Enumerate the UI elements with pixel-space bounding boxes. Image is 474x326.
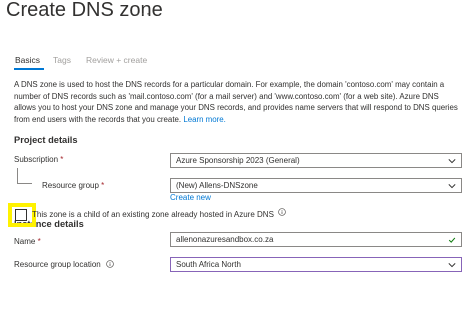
subscription-select[interactable]: Azure Sponsorship 2023 (General) — [170, 153, 462, 168]
resource-group-label: Resource group * — [42, 181, 104, 190]
chevron-down-icon — [448, 184, 456, 189]
subscription-label-text: Subscription — [14, 155, 59, 164]
tab-basics[interactable]: Basics — [15, 55, 40, 65]
chevron-down-icon — [448, 159, 456, 164]
location-label-text: Resource group location — [14, 260, 101, 269]
description-text: A DNS zone is used to host the DNS recor… — [14, 80, 458, 124]
create-new-link[interactable]: Create new — [170, 193, 211, 202]
child-zone-label: This zone is a child of an existing zone… — [32, 210, 274, 219]
name-input[interactable]: allenonazuresandbox.co.za — [170, 232, 462, 247]
tab-tags[interactable]: Tags — [53, 55, 71, 65]
info-icon[interactable] — [278, 208, 286, 216]
info-icon[interactable] — [106, 260, 114, 268]
required-marker: * — [60, 155, 64, 164]
tree-connector — [17, 168, 32, 184]
location-label: Resource group location — [14, 260, 101, 269]
subscription-label: Subscription * — [14, 155, 63, 164]
required-marker: * — [101, 181, 105, 190]
resource-group-label-text: Resource group — [42, 181, 99, 190]
resource-group-select[interactable]: (New) Allens-DNSzone — [170, 178, 462, 193]
project-details-heading: Project details — [14, 135, 78, 145]
location-select[interactable]: South Africa North — [170, 257, 462, 272]
location-value: South Africa North — [176, 260, 241, 269]
description-paragraph: A DNS zone is used to host the DNS recor… — [14, 79, 462, 125]
name-value: allenonazuresandbox.co.za — [176, 235, 274, 244]
name-label: Name * — [14, 237, 41, 246]
active-tab-indicator — [14, 68, 44, 70]
required-marker: * — [37, 237, 41, 246]
resource-group-value: (New) Allens-DNSzone — [176, 181, 258, 190]
tab-review-create[interactable]: Review + create — [86, 55, 147, 65]
more-options-button[interactable]: ··· — [136, 6, 151, 20]
chevron-down-icon — [448, 263, 456, 268]
checkmark-icon — [448, 237, 456, 243]
subscription-value: Azure Sponsorship 2023 (General) — [176, 156, 300, 165]
name-label-text: Name — [14, 237, 36, 246]
learn-more-link[interactable]: Learn more. — [183, 115, 226, 124]
